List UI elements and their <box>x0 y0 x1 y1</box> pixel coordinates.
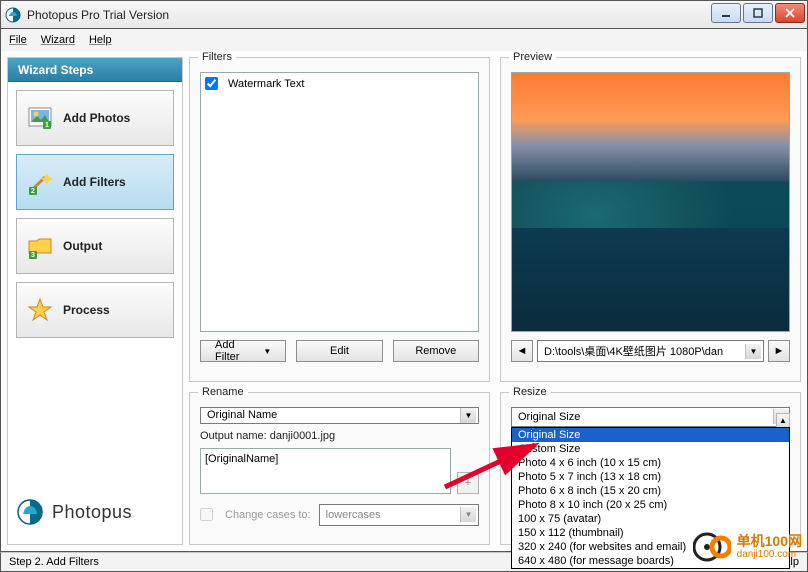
filters-label: Filters <box>198 51 236 63</box>
photo-icon: 1 <box>27 105 53 131</box>
brand-icon <box>16 498 44 526</box>
menu-wizard[interactable]: Wizard <box>41 34 75 46</box>
rename-pattern-input[interactable]: [OriginalName] <box>200 448 451 494</box>
step-label: Add Filters <box>63 175 126 189</box>
svg-text:3: 3 <box>31 252 35 259</box>
filter-item[interactable]: Watermark Text <box>205 77 474 90</box>
wand-icon: 2 <box>27 169 53 195</box>
site-watermark: 单机100网 danji100.com <box>693 528 802 566</box>
resize-option[interactable]: 100 x 75 (avatar) <box>512 512 789 526</box>
edit-filter-button[interactable]: Edit <box>296 340 382 362</box>
resize-label: Resize <box>509 386 551 398</box>
rename-label: Rename <box>198 386 248 398</box>
step-process[interactable]: Process <box>16 282 174 338</box>
resize-value: Original Size <box>518 411 580 423</box>
star-icon <box>27 297 53 323</box>
step-add-photos[interactable]: 1 Add Photos <box>16 90 174 146</box>
chevron-down-icon: ▼ <box>460 507 476 522</box>
site-brand: 单机100网 <box>737 534 802 549</box>
maximize-button[interactable] <box>743 3 773 23</box>
brand: Photopus <box>8 488 182 536</box>
step-label: Add Photos <box>63 111 130 125</box>
menu-file[interactable]: File <box>9 34 27 46</box>
svg-text:2: 2 <box>31 188 35 195</box>
app-icon <box>5 7 21 23</box>
window-title: Photopus Pro Trial Version <box>27 8 169 22</box>
step-output[interactable]: 3 Output <box>16 218 174 274</box>
site-logo-icon <box>693 528 731 566</box>
preview-group: Preview ◄ D:\tools\桌面\4K壁纸图片 1080P\dan ▼… <box>500 57 801 382</box>
resize-option[interactable]: Photo 4 x 6 inch (10 x 15 cm) <box>512 456 789 470</box>
chevron-down-icon[interactable]: ▼ <box>460 408 476 423</box>
wizard-sidebar: Wizard Steps 1 Add Photos 2 Add Filters <box>7 57 183 545</box>
resize-option[interactable]: Photo 6 x 8 inch (15 x 20 cm) <box>512 484 789 498</box>
filters-list[interactable]: Watermark Text <box>200 72 479 332</box>
scroll-up-icon[interactable]: ▲ <box>777 414 789 428</box>
preview-next-button[interactable]: ► <box>768 340 790 362</box>
filter-checkbox[interactable] <box>205 77 218 90</box>
resize-option[interactable]: Original Size <box>512 428 789 442</box>
preview-path-combo[interactable]: D:\tools\桌面\4K壁纸图片 1080P\dan ▼ <box>537 340 764 362</box>
preview-image <box>511 72 790 332</box>
preview-path: D:\tools\桌面\4K壁纸图片 1080P\dan <box>544 343 723 359</box>
folder-icon: 3 <box>27 233 53 259</box>
resize-combo[interactable]: Original Size ▼ <box>511 407 790 427</box>
status-step: Step 2. Add Filters <box>9 556 99 568</box>
close-button[interactable] <box>775 3 805 23</box>
rename-group: Rename Original Name ▼ Output name: danj… <box>189 392 490 546</box>
filters-group: Filters Watermark Text Add Filter Edit R… <box>189 57 490 382</box>
resize-option[interactable]: Photo 8 x 10 inch (20 x 25 cm) <box>512 498 789 512</box>
menu-bar: File Wizard Help <box>0 29 808 51</box>
minimize-button[interactable] <box>711 3 741 23</box>
content-area: Filters Watermark Text Add Filter Edit R… <box>189 57 801 545</box>
remove-filter-button[interactable]: Remove <box>393 340 479 362</box>
change-cases-label: Change cases to: <box>225 509 311 521</box>
output-name-label: Output name: danji0001.jpg <box>200 430 479 442</box>
preview-prev-button[interactable]: ◄ <box>511 340 533 362</box>
add-token-button[interactable]: + <box>457 472 479 494</box>
add-filter-button[interactable]: Add Filter <box>200 340 286 362</box>
resize-option[interactable]: Custom Size <box>512 442 789 456</box>
chevron-down-icon[interactable]: ▼ <box>745 344 761 359</box>
resize-option[interactable]: Photo 5 x 7 inch (13 x 18 cm) <box>512 470 789 484</box>
wizard-header: Wizard Steps <box>8 58 182 82</box>
step-add-filters[interactable]: 2 Add Filters <box>16 154 174 210</box>
resize-group: Resize Original Size ▼ Original Size Cus… <box>500 392 801 546</box>
change-cases-checkbox <box>200 508 213 521</box>
menu-help[interactable]: Help <box>89 34 112 46</box>
change-cases-combo: lowercases ▼ <box>319 504 479 526</box>
svg-text:1: 1 <box>45 122 49 129</box>
main-body: Wizard Steps 1 Add Photos 2 Add Filters <box>0 51 808 552</box>
site-url: danji100.com <box>737 549 802 560</box>
filter-name: Watermark Text <box>228 78 304 90</box>
rename-scheme-combo[interactable]: Original Name ▼ <box>200 407 479 424</box>
brand-text: Photopus <box>52 502 132 523</box>
title-bar: Photopus Pro Trial Version <box>0 0 808 29</box>
preview-label: Preview <box>509 51 556 63</box>
step-label: Output <box>63 239 102 253</box>
rename-scheme-value: Original Name <box>207 409 277 421</box>
step-label: Process <box>63 303 110 317</box>
